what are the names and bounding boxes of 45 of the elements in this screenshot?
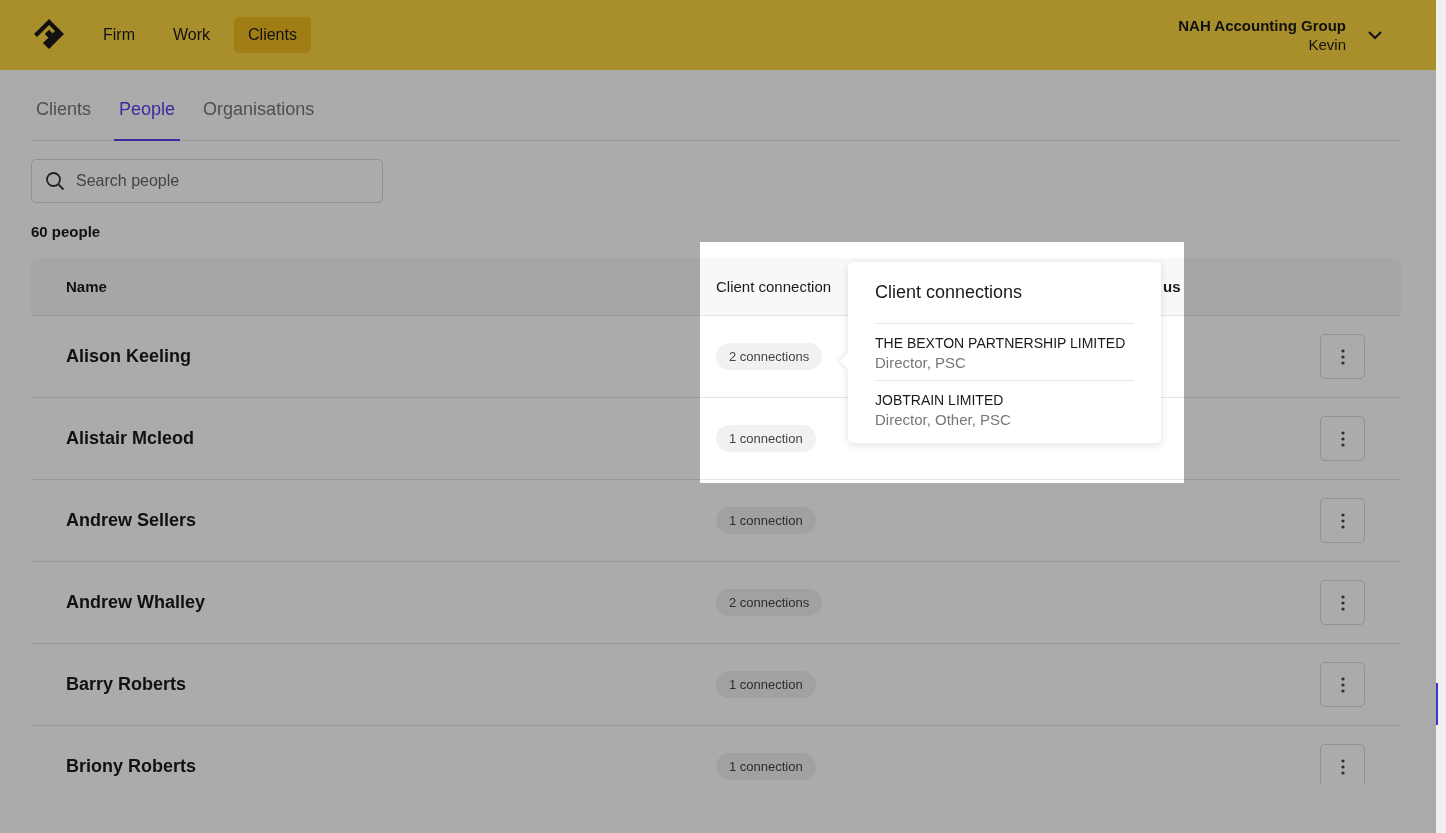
- client-name[interactable]: JOBTRAIN LIMITED: [875, 392, 1134, 408]
- vertical-dots-icon: [1340, 512, 1345, 529]
- person-name[interactable]: Andrew Sellers: [66, 510, 716, 531]
- more-options-button[interactable]: [1320, 498, 1365, 543]
- user-name: Kevin: [1308, 36, 1346, 53]
- nav-item[interactable]: Firm: [89, 17, 149, 53]
- more-options-button[interactable]: [1320, 334, 1365, 379]
- connections-badge[interactable]: 2 connections: [716, 343, 823, 370]
- connections-badge[interactable]: 2 connections: [716, 589, 823, 616]
- search-field[interactable]: Search people: [31, 159, 383, 203]
- client-roles: Director, PSC: [875, 354, 967, 371]
- chevron-down-icon[interactable]: [1368, 30, 1382, 40]
- connections-badge[interactable]: 1 connection: [716, 671, 816, 698]
- more-options-button[interactable]: [1320, 580, 1365, 625]
- scrollbar[interactable]: [1436, 0, 1446, 833]
- vertical-dots-icon: [1340, 594, 1345, 611]
- search-icon: [45, 171, 65, 191]
- people-count: 60 people: [31, 223, 102, 240]
- vertical-dots-icon: [1340, 758, 1345, 775]
- client-name[interactable]: THE BEXTON PARTNERSHIP LIMITED: [875, 335, 1134, 351]
- column-header: Client connection: [716, 278, 832, 295]
- organisation-name: NAH Accounting Group: [1178, 17, 1346, 34]
- person-name[interactable]: Barry Roberts: [66, 674, 716, 695]
- more-options-button[interactable]: [1320, 744, 1365, 784]
- vertical-dots-icon: [1340, 430, 1345, 447]
- person-name[interactable]: Andrew Whalley: [66, 592, 716, 613]
- person-name[interactable]: Alison Keeling: [66, 346, 716, 367]
- tab[interactable]: People: [114, 80, 181, 141]
- vertical-dots-icon: [1340, 676, 1345, 693]
- column-header: Name: [66, 278, 107, 295]
- tab[interactable]: Clients: [31, 80, 97, 141]
- client-roles: Director, Other, PSC: [875, 411, 1012, 428]
- nav-item[interactable]: Clients: [234, 17, 311, 53]
- person-name[interactable]: Briony Roberts: [66, 756, 716, 777]
- more-options-button[interactable]: [1320, 662, 1365, 707]
- popover-title: Client connections: [875, 282, 1134, 324]
- nav-item[interactable]: Work: [159, 17, 225, 53]
- vertical-dots-icon: [1340, 348, 1345, 365]
- tab[interactable]: Organisations: [198, 80, 320, 141]
- connections-badge[interactable]: 1 connection: [716, 425, 816, 452]
- column-header: us: [1163, 278, 1181, 295]
- connections-badge[interactable]: 1 connection: [716, 507, 816, 534]
- connections-badge[interactable]: 1 connection: [716, 753, 816, 780]
- person-name[interactable]: Alistair Mcleod: [66, 428, 716, 449]
- more-options-button[interactable]: [1320, 416, 1365, 461]
